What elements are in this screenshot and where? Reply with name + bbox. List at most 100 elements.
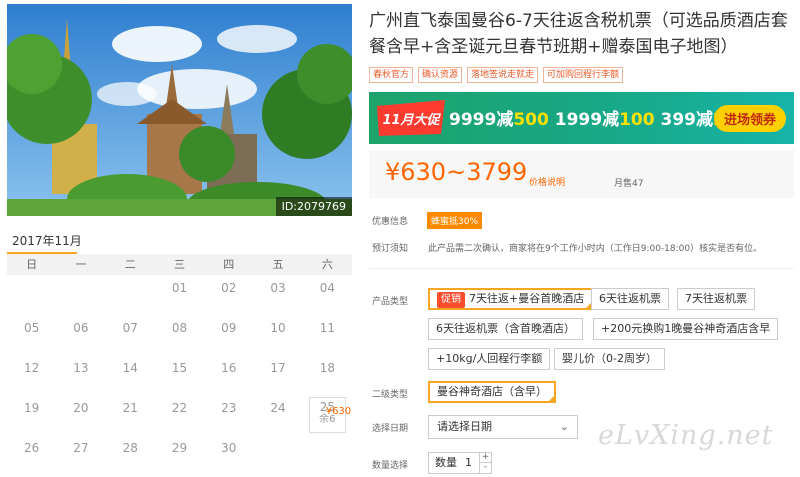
calendar-day[interactable]: 04 bbox=[303, 275, 352, 315]
calendar-day-number: 13 bbox=[73, 361, 89, 375]
calendar-day[interactable]: 11 bbox=[303, 315, 352, 355]
product-option-2[interactable]: 6天往返机票 bbox=[591, 288, 669, 310]
calendar-day-number: 21 bbox=[122, 401, 138, 415]
calendar-day[interactable]: 22 bbox=[155, 395, 204, 435]
calendar-day[interactable]: 23 bbox=[204, 395, 253, 435]
product-option-6[interactable]: +10kg/人回程行李额 bbox=[428, 348, 551, 370]
hot-badge: 促销 bbox=[437, 292, 465, 308]
product-hero-image: ID:2079769 bbox=[7, 4, 352, 216]
calendar-day-number: 24 bbox=[270, 401, 286, 415]
calendar-day[interactable]: 10 bbox=[253, 315, 302, 355]
calendar-day-number: 11 bbox=[319, 321, 335, 335]
calendar-day[interactable]: 25 ¥630 余6 bbox=[308, 397, 351, 433]
calendar-day[interactable]: 24 bbox=[253, 395, 302, 435]
tag-visa: 落地签说走就走 bbox=[467, 67, 539, 83]
date-select[interactable]: 请选择日期 ⌄ bbox=[428, 415, 578, 439]
second-type-option[interactable]: 曼谷神奇酒店（含早） bbox=[428, 381, 556, 403]
deal-1-b: 500 bbox=[513, 110, 549, 130]
calendar-day-number: 08 bbox=[171, 321, 188, 335]
calendar-empty-cell bbox=[303, 435, 352, 475]
calendar-day[interactable]: 02 bbox=[204, 275, 253, 315]
calendar-day-number: 30 bbox=[221, 441, 237, 455]
calendar-day[interactable]: 12 bbox=[7, 355, 56, 395]
calendar-day-number: 29 bbox=[171, 441, 188, 455]
calendar-empty-cell bbox=[56, 275, 105, 315]
calendar-weekdays: 日 一 二 三 四 五 六 bbox=[7, 254, 352, 275]
price-box: ¥630~3799 价格说明 月售47 bbox=[369, 150, 794, 198]
calendar-grid: 01 02 03 04 05 06 07 08 09 10 11 12 13 14 15 16 17 18 19 20… bbox=[7, 275, 352, 475]
calendar-day-number: 20 bbox=[73, 401, 89, 415]
calendar-day[interactable]: 21 bbox=[106, 395, 155, 435]
deal-3-a: 399减 bbox=[660, 110, 714, 130]
calendar-day-number: 18 bbox=[319, 361, 335, 375]
calendar-day-number: 02 bbox=[221, 281, 237, 295]
second-type-label: 二级类型 bbox=[372, 390, 409, 400]
calendar-day[interactable]: 27 bbox=[56, 435, 105, 475]
monthly-sales: 月售47 bbox=[614, 179, 644, 189]
calendar-day-number: 19 bbox=[24, 401, 40, 415]
quantity-value[interactable]: 1 bbox=[465, 453, 472, 473]
calendar-day[interactable]: 15 bbox=[155, 355, 204, 395]
calendar-day[interactable]: 30 bbox=[204, 435, 253, 475]
weekday-mon: 一 bbox=[75, 258, 87, 271]
calendar-day[interactable]: 28 bbox=[106, 435, 155, 475]
temple-illustration bbox=[7, 4, 352, 216]
deal-2-b: 100 bbox=[619, 110, 655, 130]
calendar-day[interactable]: 08 bbox=[155, 315, 204, 355]
calendar-day[interactable]: 09 bbox=[204, 315, 253, 355]
weekday-wed: 三 bbox=[173, 258, 185, 271]
calendar-day[interactable]: 05 bbox=[7, 315, 56, 355]
section-divider bbox=[369, 268, 794, 269]
calendar-day[interactable]: 07 bbox=[106, 315, 155, 355]
promo-banner[interactable]: 11月大促 9999减500 1999减100 399减20 进场领券 bbox=[369, 92, 794, 144]
calendar-day[interactable]: 13 bbox=[56, 355, 105, 395]
calendar-day[interactable]: 16 bbox=[204, 355, 253, 395]
calendar-empty-cell bbox=[106, 275, 155, 315]
price-note-link[interactable]: 价格说明 bbox=[529, 175, 565, 188]
product-option-1[interactable]: 促销 7天往返+曼谷首晚酒店 bbox=[428, 288, 594, 310]
calendar-day-number: 26 bbox=[24, 441, 40, 455]
calendar-day-number bbox=[106, 275, 155, 281]
discount-label: 优惠信息 bbox=[372, 217, 409, 227]
calendar-day[interactable]: 06 bbox=[56, 315, 105, 355]
calendar-day[interactable]: 19 bbox=[7, 395, 56, 435]
product-option-5[interactable]: +200元换购1晚曼谷神奇酒店含早 bbox=[593, 318, 779, 340]
claim-coupon-button[interactable]: 进场领券 bbox=[713, 105, 786, 132]
quantity-label: 数量选择 bbox=[372, 461, 409, 471]
product-tags: 春秋官方 确认资源 落地签说走就走 可加购回程行李额 bbox=[369, 67, 624, 83]
calendar-month: 2017年11月 bbox=[12, 234, 82, 248]
chevron-down-icon: ⌄ bbox=[559, 420, 569, 433]
calendar-day[interactable]: 18 bbox=[303, 355, 352, 395]
product-title: 广州直飞泰国曼谷6-7天往返含税机票（可选品质酒店套餐含早+含圣诞元旦春节班期+… bbox=[369, 11, 788, 57]
calendar-day[interactable]: 01 bbox=[155, 275, 204, 315]
quantity-field-label: 数量 bbox=[435, 456, 457, 469]
quantity-stepper[interactable]: 数量 1 + - bbox=[428, 452, 492, 474]
product-option-7[interactable]: 婴儿价（0-2周岁） bbox=[554, 348, 665, 370]
promo-deals: 9999减500 1999减100 399减20 bbox=[449, 105, 737, 130]
calendar-day[interactable]: 20 bbox=[56, 395, 105, 435]
discount-badge: 蜂蜜抵30% bbox=[427, 212, 483, 229]
weekday-sun: 日 bbox=[26, 258, 38, 271]
calendar-day[interactable]: 26 bbox=[7, 435, 56, 475]
calendar-day-number: 09 bbox=[221, 321, 237, 335]
product-option-3[interactable]: 7天往返机票 bbox=[677, 288, 755, 310]
calendar-day-number: 22 bbox=[171, 401, 188, 415]
product-option-4[interactable]: 6天往返机票（含首晚酒店） bbox=[428, 318, 583, 340]
date-select-value: 请选择日期 bbox=[437, 420, 492, 433]
calendar-day[interactable]: 03 bbox=[253, 275, 302, 315]
calendar-day[interactable]: 14 bbox=[106, 355, 155, 395]
decrement-button[interactable]: - bbox=[479, 463, 491, 473]
calendar-day-number: 15 bbox=[171, 361, 188, 375]
calendar-day-number: 01 bbox=[171, 281, 188, 295]
calendar-empty-cell bbox=[253, 435, 302, 475]
calendar-day-number: 05 bbox=[24, 321, 40, 335]
calendar-day-number: 27 bbox=[73, 441, 89, 455]
weekday-sat: 六 bbox=[321, 258, 333, 271]
deal-1-a: 9999减 bbox=[449, 110, 514, 130]
calendar-day-number bbox=[56, 275, 105, 281]
calendar-day-number: 23 bbox=[221, 401, 237, 415]
promo-badge-text: 11月大促 bbox=[382, 112, 441, 128]
calendar-day[interactable]: 17 bbox=[253, 355, 302, 395]
tag-confirm: 确认资源 bbox=[418, 67, 463, 83]
calendar-day[interactable]: 29 bbox=[155, 435, 204, 475]
